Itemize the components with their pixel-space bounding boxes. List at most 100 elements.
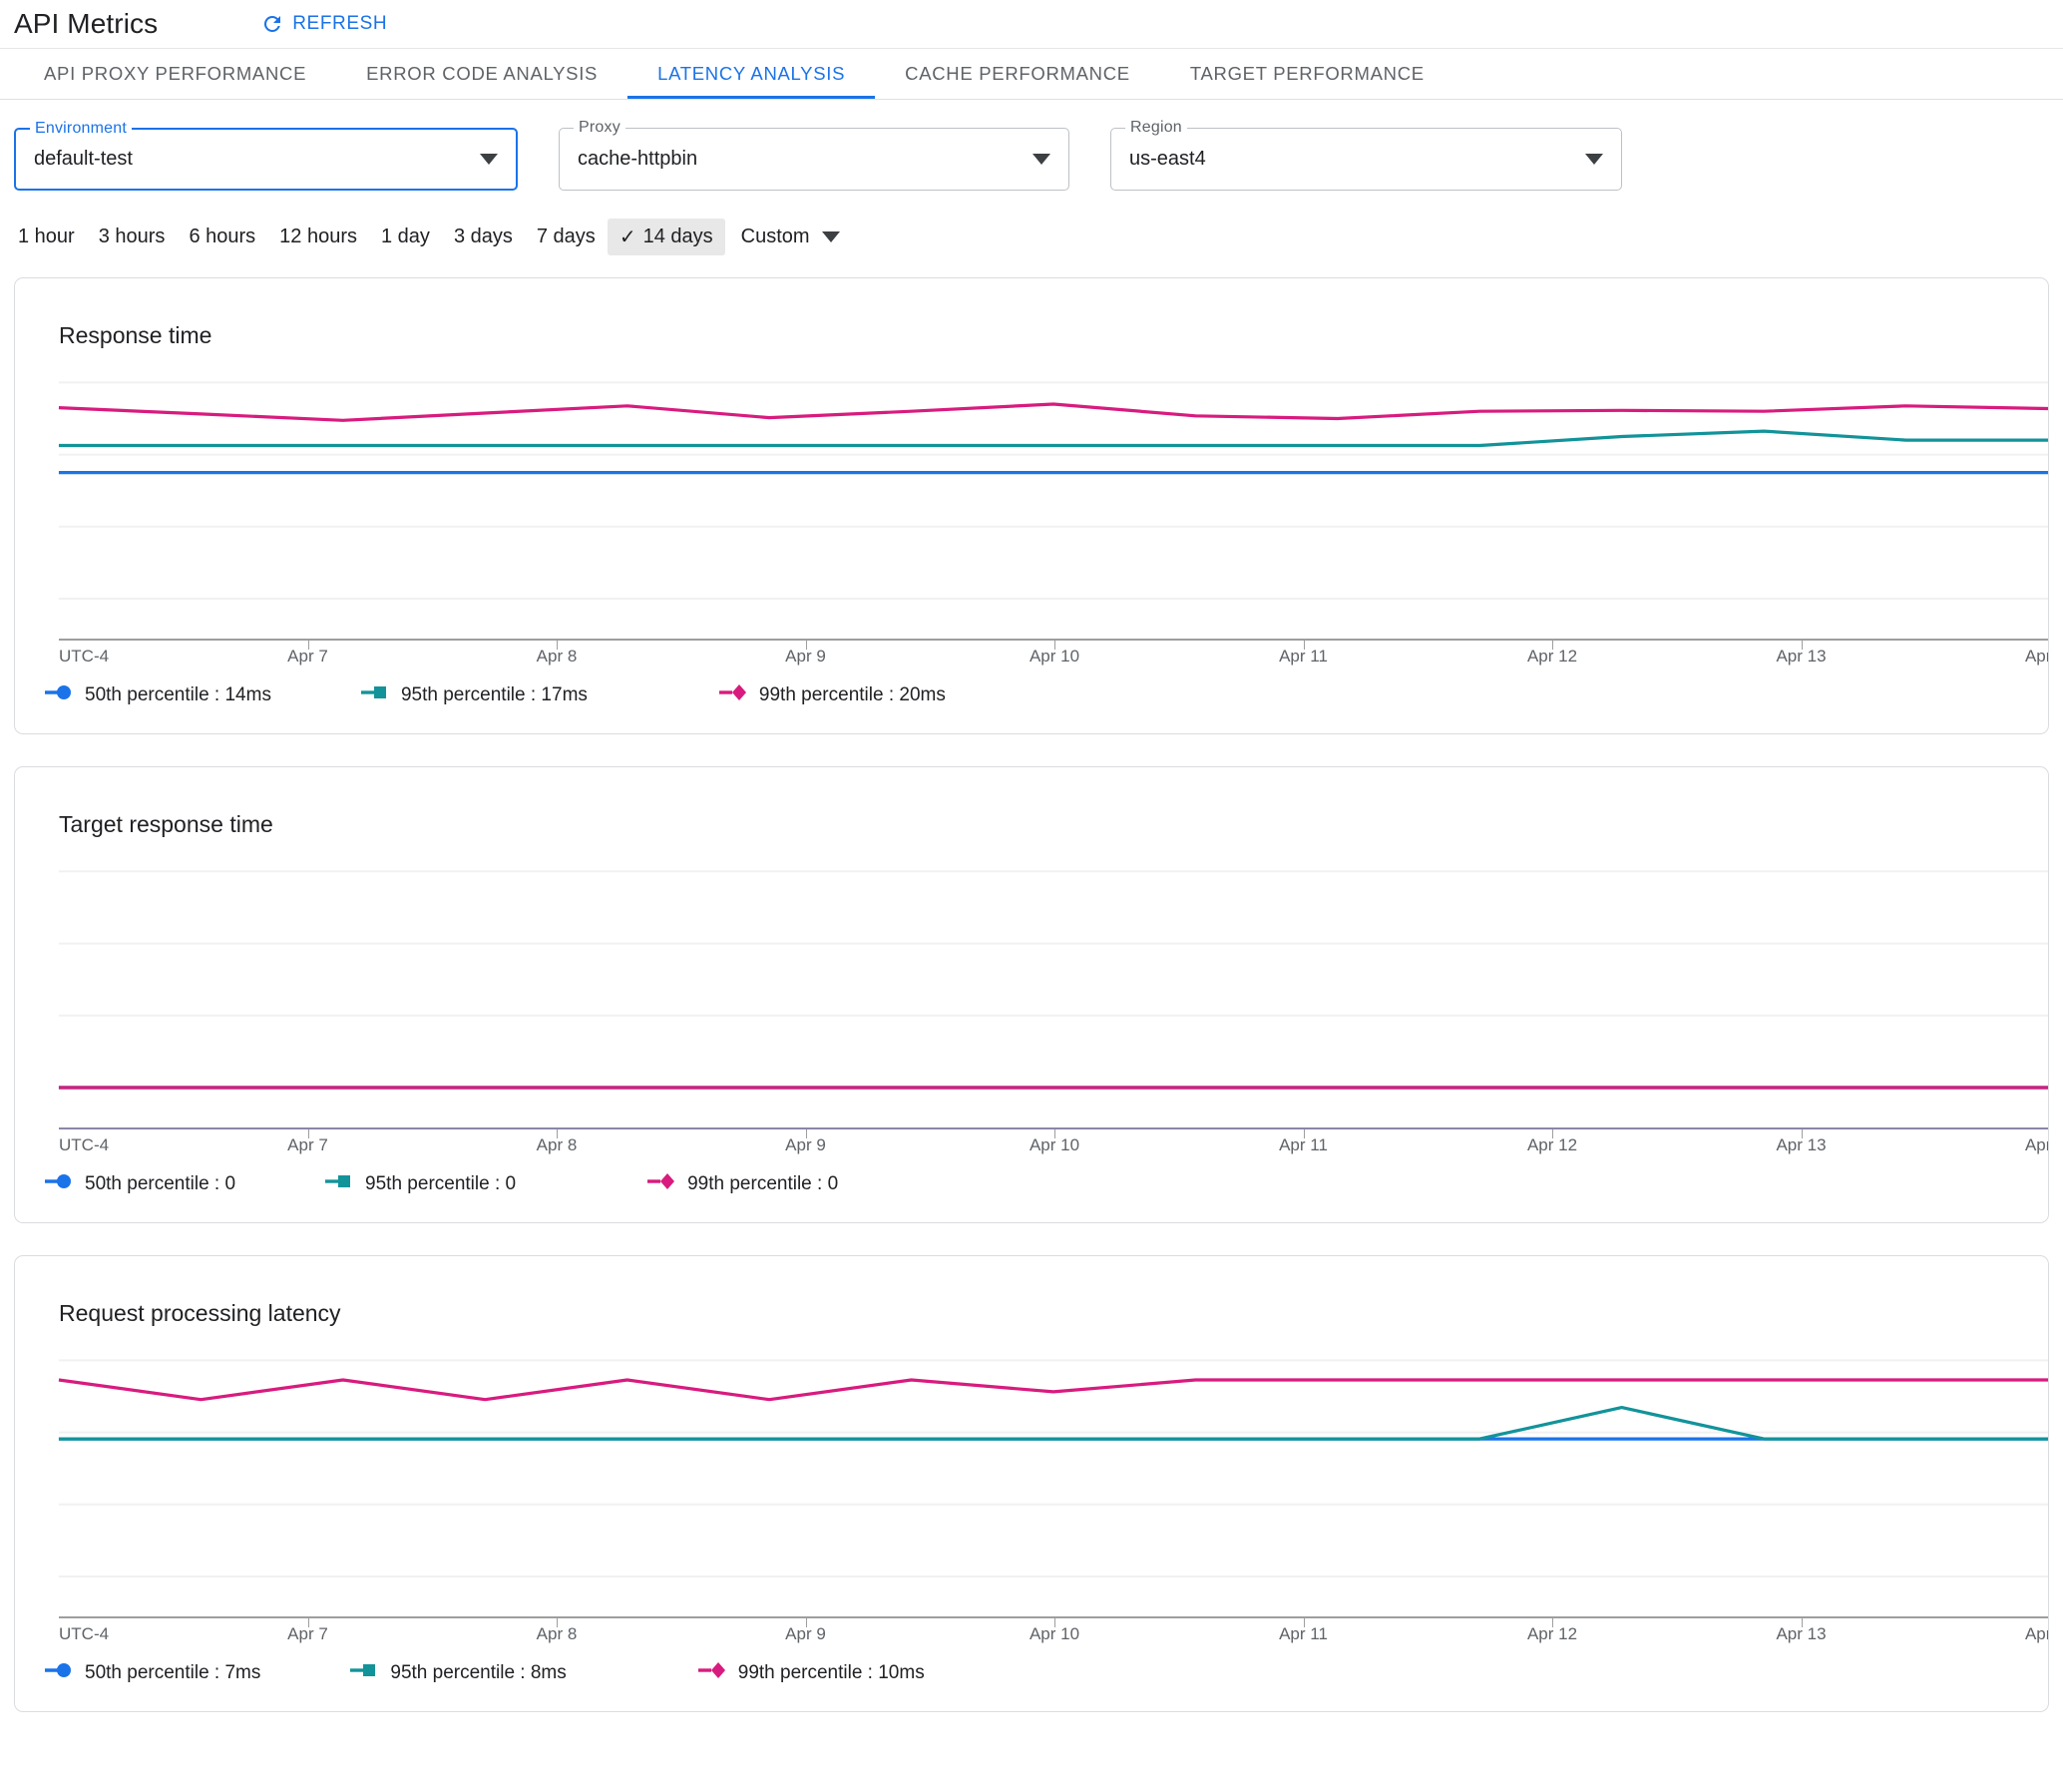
chart-card-request-processing-latency: Request processing latency UTC-4 Apr 7 Apr … [14,1255,2049,1712]
select-proxy[interactable]: Proxy cache-httpbin [559,119,1069,191]
legend-marker-square-icon [348,1660,379,1685]
chart-legend: 50th percentile : 0 95th percentile : 0 99… [15,1161,2048,1222]
x-axis-label: UTC-4 [59,1624,110,1643]
legend-item-50th-percentile[interactable]: 50th percentile : 14ms [43,682,271,707]
x-axis-label: Apr 7 [287,1624,328,1643]
time-range-14-days[interactable]: ✓ 14 days [607,219,725,255]
refresh-label: REFRESH [292,13,388,34]
select-value-region: us-east4 [1129,148,1206,170]
page-title: API Metrics [14,8,159,39]
select-environment[interactable]: Environment default-test [14,120,518,191]
chart-title: Request processing latency [59,1300,341,1326]
legend-item-99th-percentile[interactable]: 99th percentile : 10ms [696,1660,925,1685]
legend-marker-diamond-icon [645,1171,676,1196]
legend-item-95th-percentile[interactable]: 95th percentile : 17ms [359,682,588,707]
time-range-1-day[interactable]: 1 day [369,219,442,255]
x-axis-label: Apr 8 [536,1624,578,1643]
x-axis-label: Apr 14 [2024,1624,2049,1643]
time-range-selector: 1 hour 3 hours 6 hours 12 hours 1 day 3 days 7… [0,191,2063,255]
x-axis-label: Apr 11 [1279,1135,1328,1154]
legend-label: 50th percentile : 14ms [85,683,271,705]
legend-label: 95th percentile : 8ms [390,1661,567,1683]
chart-legend: 50th percentile : 14ms 95th percentile : … [15,672,2048,733]
time-range-label: 14 days [642,225,713,247]
legend-marker-diamond-icon [696,1660,727,1685]
chart-plot-area[interactable] [15,838,2048,1127]
chart-title: Response time [59,322,212,348]
refresh-button[interactable]: REFRESH [252,6,395,42]
time-range-12-hours[interactable]: 12 hours [267,219,369,255]
check-icon: ✓ [619,225,636,248]
tab-target-performance[interactable]: TARGET PERFORMANCE [1160,49,1454,99]
x-axis-label: Apr 12 [1526,1624,1578,1643]
tab-latency-analysis[interactable]: LATENCY ANALYSIS [627,49,876,99]
x-axis-label: Apr 11 [1279,1624,1328,1643]
chart-legend: 50th percentile : 7ms 95th percentile : 8… [15,1650,2048,1711]
select-label-region: Region [1125,119,1187,137]
legend-item-99th-percentile[interactable]: 99th percentile : 0 [645,1171,838,1196]
x-axis-label: Apr 9 [785,647,826,666]
chart-title: Target response time [59,811,273,837]
x-axis-label: Apr 13 [1776,647,1827,666]
legend-marker-circle-icon [43,1171,74,1196]
chart-card-target-response-time: Target response time UTC-4 Apr 7 Apr 8 Apr 9… [14,766,2049,1223]
chevron-down-icon[interactable] [821,231,840,242]
time-range-label: 7 days [536,225,596,247]
legend-item-95th-percentile[interactable]: 95th percentile : 8ms [348,1660,567,1685]
x-axis-label: Apr 8 [536,1135,578,1154]
chart-card-response-time: Response time UTC-4 Apr 7 Apr 8 Apr 9 Apr 10 A… [14,277,2049,734]
legend-label: 50th percentile : 0 [85,1172,236,1194]
x-axis-line [59,1616,2048,1618]
x-axis-label: Apr 8 [536,647,578,666]
legend-label: 50th percentile : 7ms [85,1661,261,1683]
time-range-7-days[interactable]: 7 days [525,219,608,255]
legend-item-50th-percentile[interactable]: 50th percentile : 0 [43,1171,235,1196]
chevron-down-icon[interactable] [480,154,498,165]
legend-item-99th-percentile[interactable]: 99th percentile : 20ms [717,682,946,707]
legend-item-50th-percentile[interactable]: 50th percentile : 7ms [43,1660,260,1685]
time-range-label: 1 day [381,225,430,247]
x-axis-label: Apr 12 [1526,647,1578,666]
chevron-down-icon[interactable] [1585,154,1603,165]
tab-api-proxy-performance[interactable]: API PROXY PERFORMANCE [14,49,336,99]
x-axis-label: Apr 12 [1526,1135,1578,1154]
chart-plot-area[interactable] [15,1327,2048,1616]
time-range-1-hour[interactable]: 1 hour [6,219,87,255]
x-axis-label: Apr 9 [785,1624,826,1643]
chevron-down-icon[interactable] [1032,154,1050,165]
x-axis-label: Apr 10 [1029,647,1080,666]
select-value-environment: default-test [34,148,133,170]
chart-x-axis: UTC-4 Apr 7 Apr 8 Apr 9 Apr 10 Apr 11 Apr 12 Ap… [15,639,2048,672]
legend-label: 99th percentile : 10ms [737,1661,925,1683]
legend-marker-circle-icon [43,1660,74,1685]
legend-label: 99th percentile : 0 [687,1172,839,1194]
legend-marker-circle-icon [43,682,74,707]
tab-cache-performance[interactable]: CACHE PERFORMANCE [875,49,1160,99]
chart-card-list: Response time UTC-4 Apr 7 Apr 8 Apr 9 Apr 10 A… [0,255,2063,1712]
time-range-3-days[interactable]: 3 days [442,219,525,255]
select-label-environment: Environment [30,120,133,138]
select-value-proxy: cache-httpbin [578,148,698,170]
refresh-icon [260,12,284,36]
legend-marker-square-icon [359,682,390,707]
select-region[interactable]: Region us-east4 [1110,119,1622,191]
time-range-6-hours[interactable]: 6 hours [177,219,267,255]
time-range-3-hours[interactable]: 3 hours [87,219,178,255]
x-axis-label: Apr 13 [1776,1624,1827,1643]
legend-item-95th-percentile[interactable]: 95th percentile : 0 [323,1171,516,1196]
x-axis-label: Apr 10 [1029,1624,1080,1643]
legend-label: 95th percentile : 0 [365,1172,517,1194]
chart-plot-area[interactable] [15,349,2048,639]
tab-bar: API PROXY PERFORMANCE ERROR CODE ANALYSIS… [0,48,2063,100]
x-axis-line [59,639,2048,641]
chart-x-axis: UTC-4 Apr 7 Apr 8 Apr 9 Apr 10 Apr 11 Apr 12 Ap… [15,1616,2048,1650]
select-label-proxy: Proxy [574,119,625,137]
filter-row: Environment default-test Proxy cache-httpbi… [0,100,2063,191]
time-range-label: 12 hours [279,225,357,247]
x-axis-label: Apr 14 [2024,647,2049,666]
legend-marker-diamond-icon [717,682,748,707]
x-axis-label: Apr 7 [287,647,328,666]
time-range-custom[interactable]: Custom [731,219,850,255]
x-axis-line [59,1127,2048,1129]
tab-error-code-analysis[interactable]: ERROR CODE ANALYSIS [336,49,627,99]
